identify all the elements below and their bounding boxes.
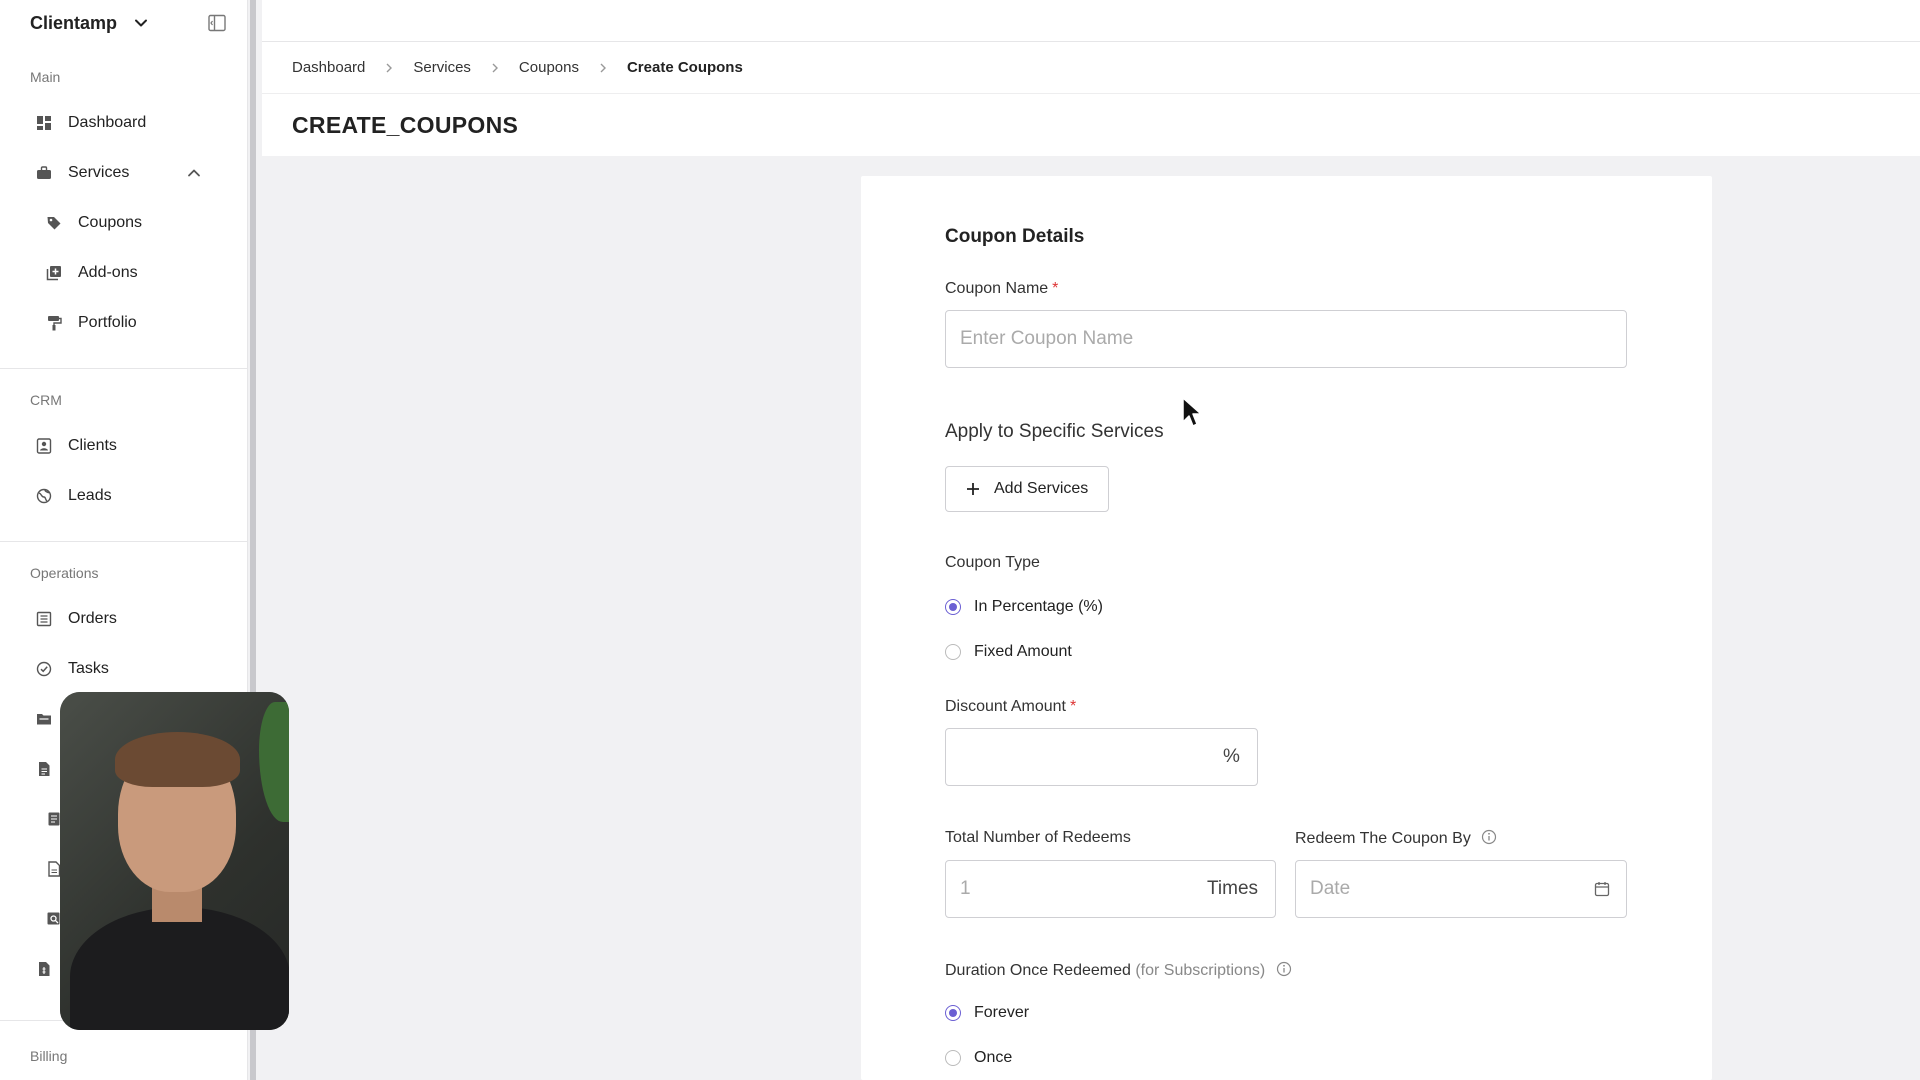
breadcrumb-coupons[interactable]: Coupons: [519, 59, 579, 76]
contact-card-icon: [36, 438, 52, 454]
redeem-by-label: Redeem The Coupon By: [1295, 829, 1497, 848]
radio-label: Once: [974, 1049, 1013, 1066]
page-title: CREATE_COUPONS: [292, 111, 519, 138]
webcam-overlay: [60, 692, 289, 1030]
required-mark: *: [1069, 698, 1077, 715]
chevron-up-icon[interactable]: [186, 165, 202, 181]
paint-roller-icon: [46, 315, 62, 331]
radio-button[interactable]: [945, 1050, 961, 1066]
radio-label: Fixed Amount: [974, 643, 1072, 660]
dashboard-icon: [36, 115, 52, 131]
section-title: Coupon Details: [945, 226, 1085, 247]
duration-label-text: Duration Once Redeemed: [945, 962, 1131, 979]
breadcrumb-dashboard[interactable]: Dashboard: [292, 59, 365, 76]
chevron-right-icon: [383, 62, 395, 74]
breadcrumb: Dashboard Services Coupons Create Coupon…: [262, 42, 1920, 94]
sidebar-toggle-icon[interactable]: [207, 13, 227, 33]
percent-suffix: %: [1223, 746, 1240, 767]
times-suffix: Times: [1207, 878, 1259, 899]
mouse-cursor-icon: [1181, 396, 1205, 430]
radio-fixed-amount[interactable]: Fixed Amount: [945, 643, 1072, 661]
sidebar-item-label: Portfolio: [78, 314, 137, 331]
globe-icon: [36, 488, 52, 504]
radio-forever[interactable]: Forever: [945, 1004, 1029, 1022]
briefcase-icon: [36, 165, 52, 181]
info-icon[interactable]: [1276, 961, 1292, 977]
radio-once[interactable]: Once: [945, 1049, 1012, 1067]
radio-button[interactable]: [945, 644, 961, 660]
receipt-list-icon: [36, 611, 52, 627]
chevron-right-icon: [489, 62, 501, 74]
sidebar-item-clients[interactable]: Clients: [0, 421, 247, 471]
sidebar-section-billing: Billing: [30, 1048, 68, 1064]
sidebar-section-operations: Operations: [30, 565, 99, 581]
sidebar-item-leads[interactable]: Leads: [0, 471, 247, 521]
sidebar-item-addons[interactable]: Add-ons: [0, 248, 247, 298]
apply-services-label: Apply to Specific Services: [945, 421, 1164, 442]
radio-button[interactable]: [945, 599, 961, 615]
redeem-by-date-input[interactable]: [1295, 860, 1627, 918]
discount-amount-label: Discount Amount *: [945, 698, 1076, 716]
coupon-type-label: Coupon Type: [945, 554, 1040, 571]
plus-icon: [966, 482, 980, 496]
sidebar-item-label: Add-ons: [78, 264, 138, 281]
required-mark: *: [1052, 280, 1059, 297]
tag-icon: [46, 215, 62, 231]
radio-label: In Percentage (%): [974, 598, 1103, 615]
workspace-name: Clientamp: [30, 12, 118, 33]
coupon-name-label: Coupon Name *: [945, 280, 1058, 298]
add-services-button[interactable]: Add Services: [945, 466, 1110, 512]
total-redeems-label: Total Number of Redeems: [945, 829, 1131, 846]
sidebar-item-services[interactable]: Services: [0, 148, 247, 198]
sidebar-item-label: Leads: [68, 487, 112, 504]
check-circle-icon: [36, 661, 52, 677]
calendar-icon[interactable]: [1594, 881, 1610, 897]
document-icon: [36, 761, 52, 777]
radio-label: Forever: [974, 1004, 1030, 1021]
sidebar-item-orders[interactable]: Orders: [0, 594, 247, 644]
discount-amount-label-text: Discount Amount: [945, 698, 1066, 715]
sidebar-item-label: Services: [68, 164, 130, 181]
sidebar-item-label: Tasks: [68, 660, 109, 677]
top-bar: [262, 0, 1920, 42]
discount-amount-input[interactable]: [945, 728, 1258, 786]
sidebar-item-label: Clients: [68, 437, 117, 454]
sidebar-section-crm: CRM: [30, 392, 62, 408]
duration-label-note: (for Subscriptions): [1135, 962, 1266, 979]
coupon-name-input[interactable]: [945, 310, 1627, 368]
sidebar-item-dashboard[interactable]: Dashboard: [0, 98, 247, 148]
sidebar-item-portfolio[interactable]: Portfolio: [0, 298, 247, 348]
radio-button[interactable]: [945, 1005, 961, 1021]
info-icon[interactable]: [1481, 829, 1497, 845]
chevron-down-icon: [133, 15, 149, 31]
add-box-icon: [46, 265, 62, 281]
sidebar-divider: [0, 368, 247, 369]
invoice-icon: [36, 961, 52, 977]
breadcrumb-current: Create Coupons: [626, 59, 743, 76]
redeem-by-label-text: Redeem The Coupon By: [1295, 830, 1471, 847]
sidebar-item-label: Dashboard: [68, 114, 147, 131]
breadcrumb-services[interactable]: Services: [413, 59, 471, 76]
sidebar-item-coupons[interactable]: Coupons: [0, 198, 247, 248]
folder-icon: [36, 711, 52, 727]
sidebar-section-main: Main: [30, 69, 61, 85]
coupon-form-card: Coupon Details Coupon Name* Apply to Spe…: [861, 176, 1712, 1080]
sidebar-item-tasks[interactable]: Tasks: [0, 644, 247, 694]
webcam-person-hair: [115, 732, 240, 787]
sidebar-item-label: Coupons: [78, 214, 143, 231]
chevron-right-icon: [597, 62, 609, 74]
radio-percentage[interactable]: In Percentage (%): [945, 598, 1103, 616]
page-header: CREATE_COUPONS: [262, 94, 1920, 156]
duration-label: Duration Once Redeemed (for Subscription…: [945, 961, 1292, 980]
sidebar-divider: [0, 541, 247, 542]
workspace-switcher[interactable]: Clientamp: [0, 0, 247, 46]
add-services-label: Add Services: [994, 480, 1089, 497]
coupon-name-label-text: Coupon Name: [945, 280, 1049, 297]
sidebar-item-label: Orders: [68, 610, 117, 627]
